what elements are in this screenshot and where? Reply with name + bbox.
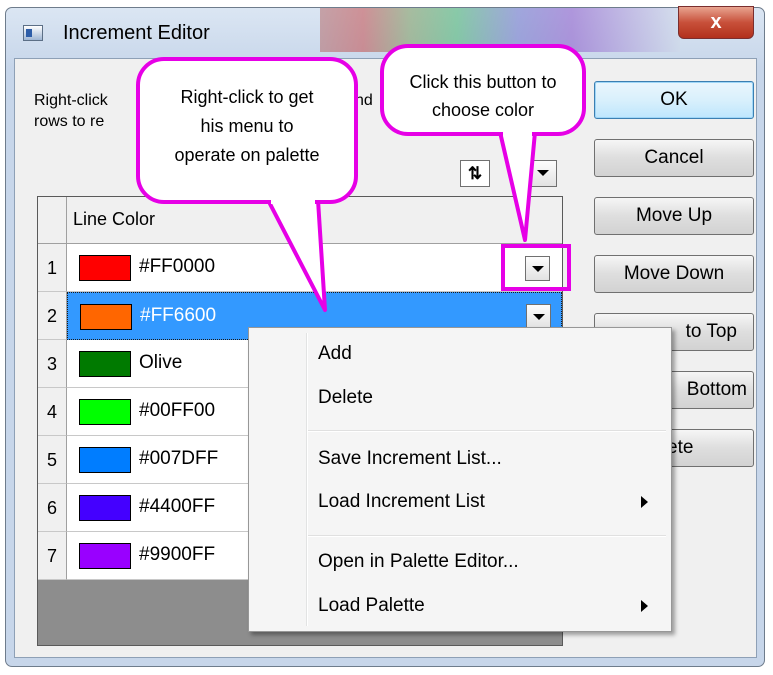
callout-color-button: Click this button to choose color (380, 44, 586, 136)
callout-line: Click this button to (409, 72, 557, 92)
callout-tail-join (271, 196, 315, 204)
callout-line: choose color (431, 100, 535, 120)
callout-line: Right-click to get (180, 87, 314, 107)
callout-line: his menu to (200, 116, 294, 136)
callout-line: operate on palette (174, 145, 320, 165)
callout-context-menu: Right-click to get his menu to operate o… (136, 57, 358, 204)
callout-tail-join (503, 128, 532, 136)
